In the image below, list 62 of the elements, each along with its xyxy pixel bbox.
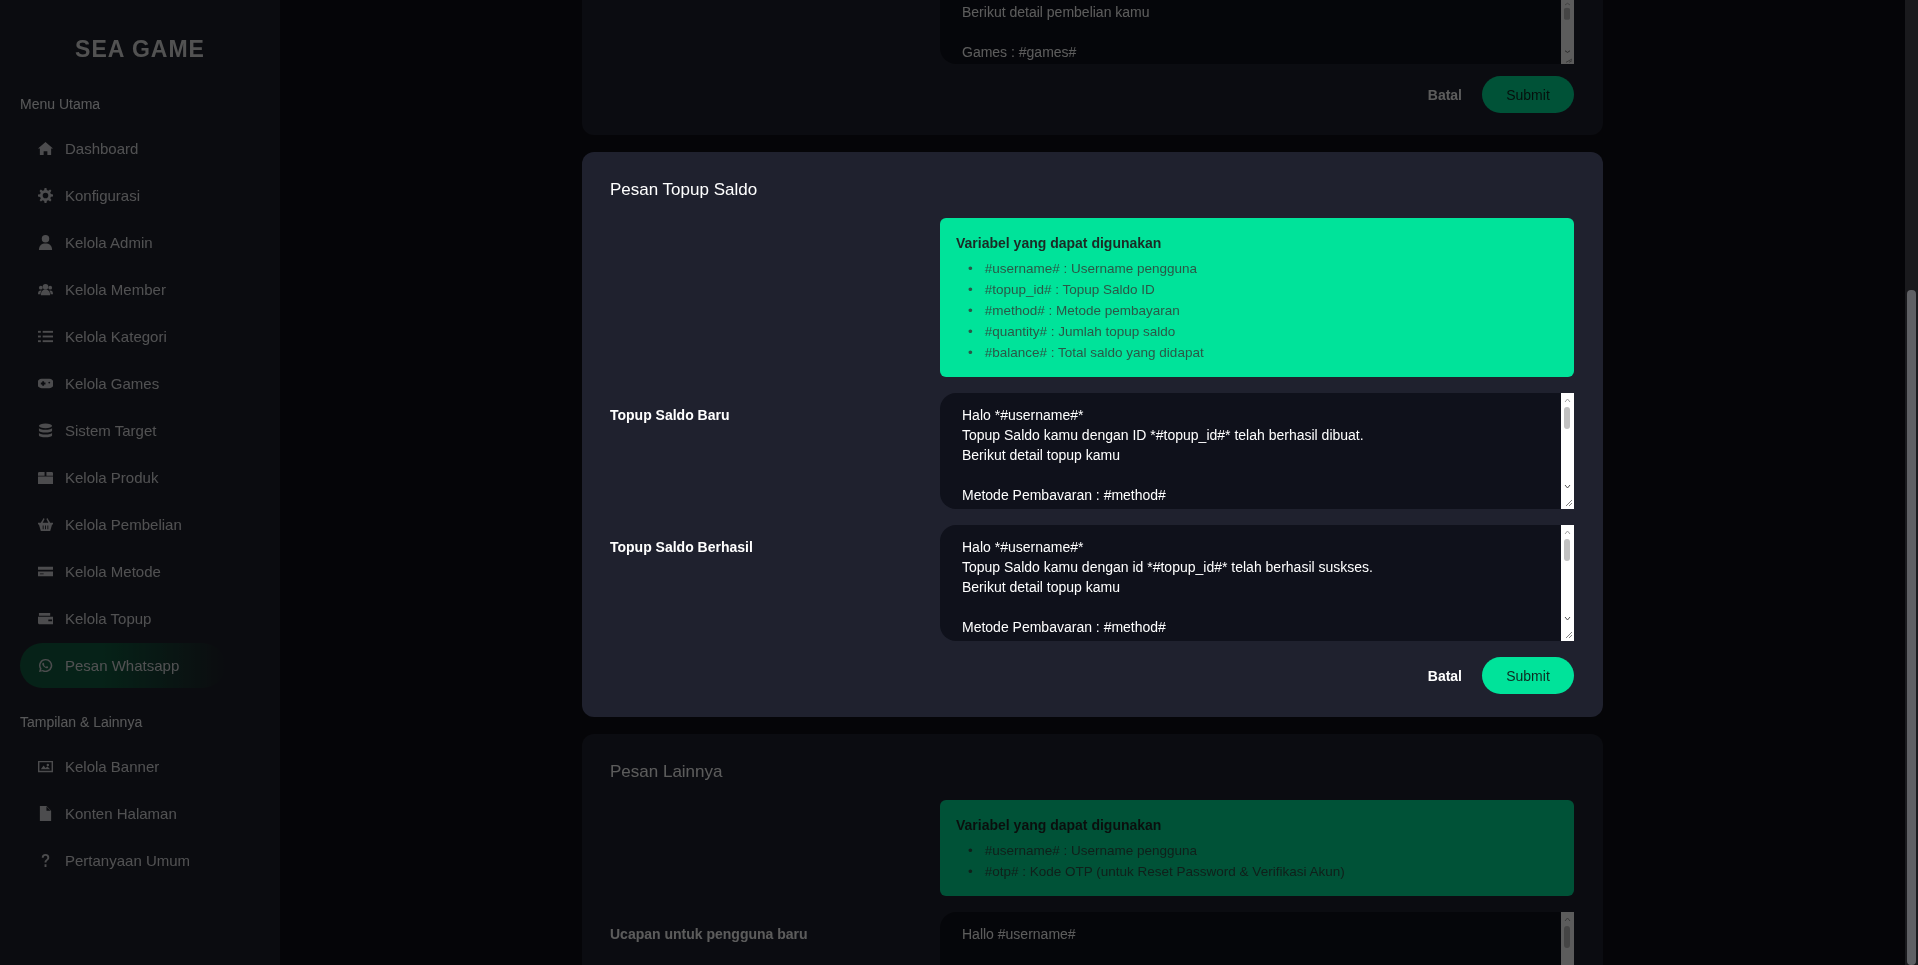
scrollbar[interactable] <box>1561 525 1574 641</box>
card-title: Pesan Topup Saldo <box>610 180 759 201</box>
menu-icon <box>38 188 53 203</box>
menu-icon <box>38 470 53 485</box>
menu-icon <box>38 141 53 156</box>
menu-icon <box>38 564 53 579</box>
menu-icon <box>38 329 53 344</box>
list-bullet: • <box>968 302 973 320</box>
submit-button[interactable]: Submit <box>1482 76 1574 113</box>
cancel-button[interactable]: Batal <box>1427 667 1462 684</box>
message-field[interactable]: Halo *#username#* Topup Saldo kamu dengan id *#topup_id#* telah berhasil suskses. Berikut detail topup kamu Metode Pembavaran : #method# <box>940 525 1574 641</box>
info-title: Variabel yang dapat digunakan <box>956 816 1163 835</box>
menu-icon <box>38 806 53 821</box>
sidebar-item[interactable]: Kelola Metode <box>20 549 225 594</box>
sidebar-item[interactable]: Kelola Admin <box>20 220 225 265</box>
sidebar-item[interactable]: Kelola Topup <box>20 596 225 641</box>
section-title: Menu Utama <box>20 96 102 114</box>
message-field[interactable]: Berikut detail pembelian kamu Games : #games# <box>940 0 1574 64</box>
field-label: Ucapan untuk pengguna baru <box>610 925 809 944</box>
sidebar-item[interactable]: Dashboard <box>20 126 225 171</box>
scrollbar[interactable] <box>1561 393 1574 509</box>
variable-item: #username# : Username pengguna <box>984 260 1198 278</box>
sidebar-item[interactable]: Sistem Target <box>20 408 225 453</box>
menu-icon <box>38 235 53 250</box>
logo: SEA GAME <box>75 36 206 64</box>
menu-icon <box>38 658 53 673</box>
list-bullet: • <box>968 281 973 299</box>
menu-icon <box>38 611 53 626</box>
variable-item: #quantity# : Jumlah topup saldo <box>984 323 1176 341</box>
message-field[interactable]: Hallo #username# <box>940 912 1574 965</box>
sidebar-item[interactable]: Kelola Member <box>20 267 225 312</box>
info-title: Variabel yang dapat digunakan <box>956 234 1163 253</box>
sidebar-item[interactable]: Konfigurasi <box>20 173 225 218</box>
page-scrollbar[interactable] <box>1905 0 1918 965</box>
message-field[interactable]: Halo *#username#* Topup Saldo kamu dengan ID *#topup_id#* telah berhasil dibuat. Berikut detail topup kamu Metode Pembavaran : #method# <box>940 393 1574 509</box>
field-label: Topup Saldo Baru <box>610 406 731 425</box>
list-bullet: • <box>968 863 973 881</box>
menu-icon <box>38 423 53 438</box>
sidebar-item[interactable]: Pertanyaan Umum <box>20 838 225 883</box>
sidebar-item[interactable]: Kelola Games <box>20 361 225 406</box>
section-title: Tampilan & Lainnya <box>20 714 144 732</box>
cancel-button[interactable]: Batal <box>1427 86 1462 103</box>
sidebar-item[interactable]: Kelola Produk <box>20 455 225 500</box>
sidebar-item[interactable]: Konten Halaman <box>20 791 225 836</box>
card-title: Pesan Lainnya <box>610 762 724 783</box>
list-bullet: • <box>968 842 973 860</box>
variable-item: #balance# : Total saldo yang didapat <box>984 344 1204 362</box>
list-bullet: • <box>968 344 973 362</box>
menu-icon <box>38 282 53 297</box>
sidebar-item[interactable]: Kelola Pembelian <box>20 502 225 547</box>
menu-icon <box>38 759 53 774</box>
sidebar-item[interactable]: Kelola Banner <box>20 744 225 789</box>
sidebar-item[interactable]: Kelola Kategori <box>20 314 225 359</box>
menu-icon <box>38 517 53 532</box>
list-bullet: • <box>968 260 973 278</box>
submit-button[interactable]: Submit <box>1482 657 1574 694</box>
variable-item: #topup_id# : Topup Saldo ID <box>984 281 1155 299</box>
variable-item: #method# : Metode pembayaran <box>984 302 1180 320</box>
menu-icon <box>38 376 53 391</box>
scrollbar[interactable] <box>1561 0 1574 64</box>
list-bullet: • <box>968 323 973 341</box>
field-label: Topup Saldo Berhasil <box>610 538 754 557</box>
